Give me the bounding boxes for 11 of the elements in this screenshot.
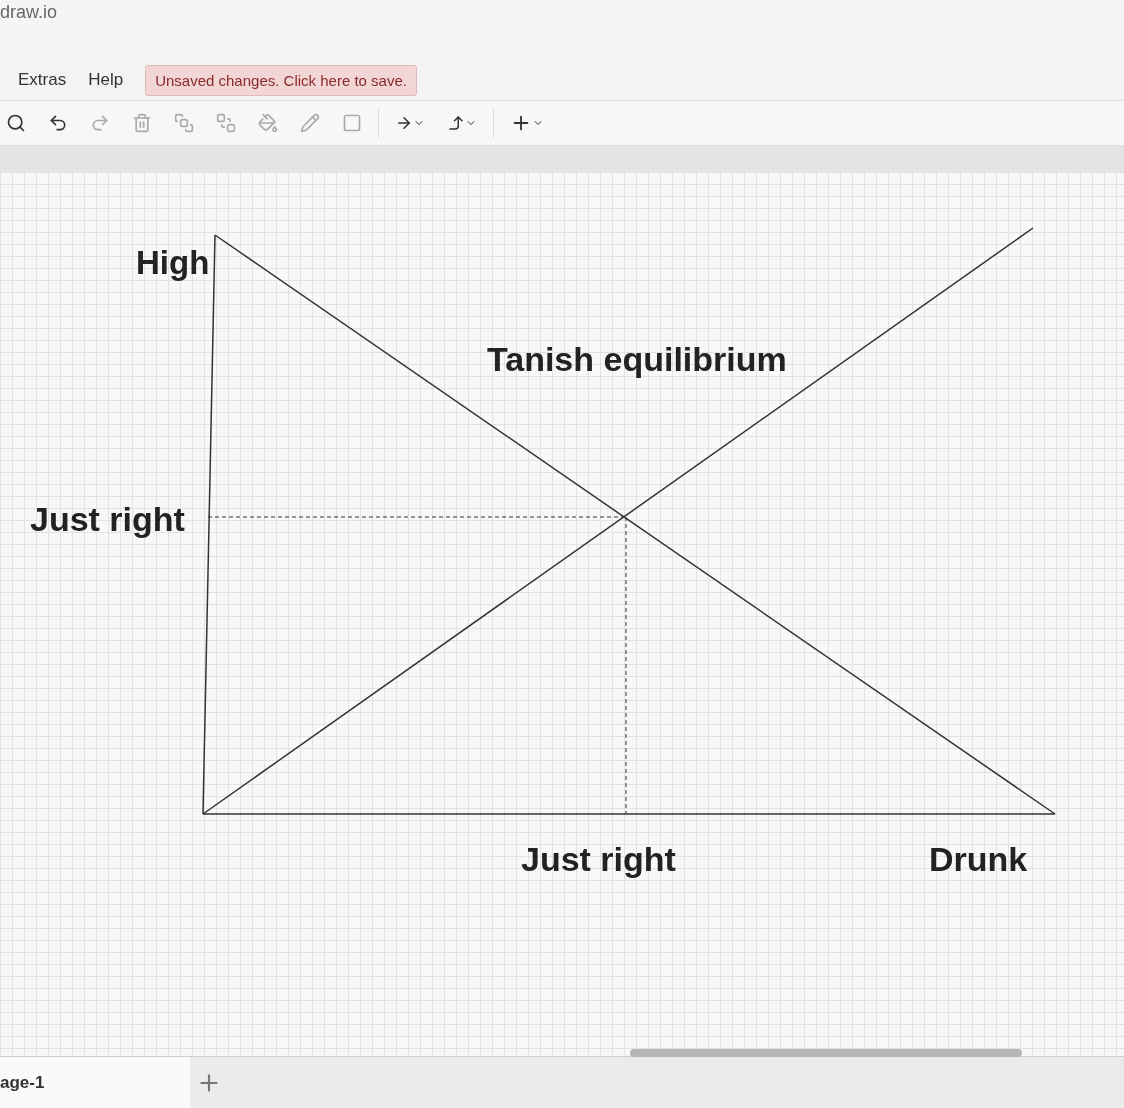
diagram-label: Just right: [521, 840, 676, 879]
menu-item[interactable]: Extras: [18, 70, 67, 90]
app-title: draw.io: [0, 2, 58, 23]
diagram-label: Drunk: [929, 840, 1028, 879]
diagram-label: Just right: [30, 500, 185, 539]
page-tab[interactable]: age-1: [0, 1057, 190, 1108]
save-notice-button[interactable]: Unsaved changes. Click here to save.: [145, 64, 417, 96]
diagram-label: Tanish equilibrium: [487, 340, 787, 379]
scrollbar[interactable]: [630, 1049, 1022, 1057]
diagram-label: High: [136, 244, 210, 282]
menu-item[interactable]: Help: [88, 70, 124, 90]
